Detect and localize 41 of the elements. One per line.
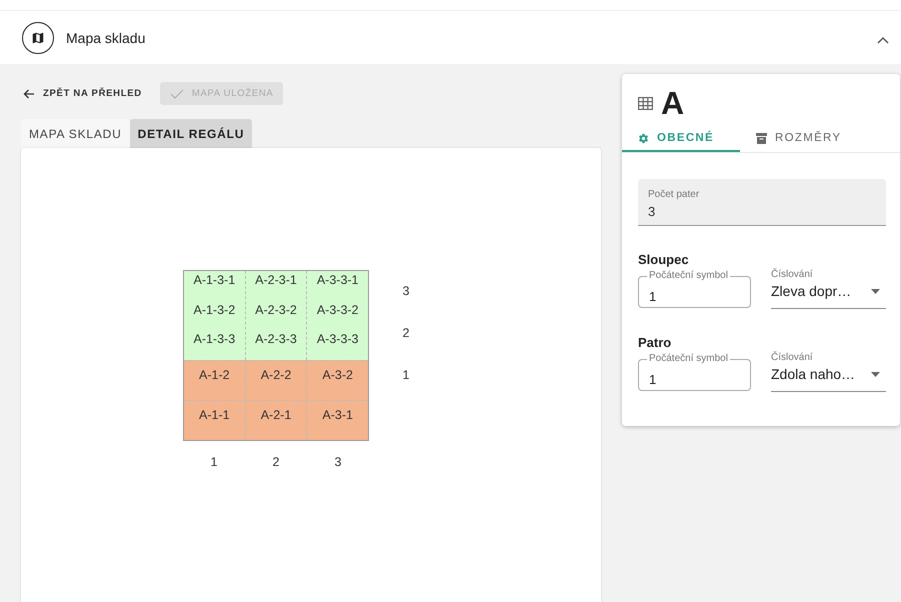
arrow-left-icon xyxy=(23,88,35,98)
position-label: A-2-3-2 xyxy=(255,302,297,319)
dropdown-arrow-icon xyxy=(871,372,880,376)
position-label: A-1-3-3 xyxy=(193,331,236,348)
gear-icon xyxy=(638,132,649,144)
numbering-select[interactable]: Číslování Zdola naho… xyxy=(771,352,886,392)
tab[interactable]: DETAIL REGÁLU xyxy=(130,119,252,148)
row-number: 1 xyxy=(402,368,410,384)
row-number: 2 xyxy=(402,326,410,342)
numbering-select[interactable]: Číslování Zleva dopr… xyxy=(771,269,886,309)
chevron-up-icon[interactable] xyxy=(877,36,889,44)
map-icon xyxy=(22,22,54,54)
table-icon xyxy=(638,96,653,110)
position-label: A-1-1 xyxy=(199,407,230,424)
position-label: A-1-3-2 xyxy=(193,302,236,319)
position-label: A-2-2 xyxy=(260,367,292,384)
column-number: 1 xyxy=(210,455,218,470)
position-label: A-3-3-3 xyxy=(316,331,359,348)
tab[interactable]: MAPA SKLADU xyxy=(21,119,130,148)
position-label: A-1-2 xyxy=(199,367,230,384)
position-label: A-2-3-1 xyxy=(255,272,297,289)
position-label: A-3-1 xyxy=(322,407,353,424)
position-label: A-3-2 xyxy=(322,367,353,384)
column-number: 2 xyxy=(272,455,280,470)
position-label: A-2-3-3 xyxy=(255,331,297,348)
dropdown-arrow-icon xyxy=(871,288,880,294)
column-number: 3 xyxy=(334,455,342,470)
section-heading: Sloupec xyxy=(638,252,690,267)
position-label: A-3-3-2 xyxy=(316,302,359,319)
tab[interactable]: ROZMĚRY xyxy=(740,126,856,152)
section-heading: Patro xyxy=(638,335,672,350)
rack-title: A xyxy=(661,84,684,122)
section-title: Mapa skladu xyxy=(66,30,146,46)
level-count-field[interactable]: Počet pater 3 xyxy=(638,179,886,226)
position-label: A-2-1 xyxy=(260,407,292,424)
check-icon xyxy=(170,88,184,98)
archive-icon xyxy=(756,132,768,144)
row-number: 3 xyxy=(402,284,410,300)
back-button[interactable]: ZPĚT NA PŘEHLED xyxy=(17,82,148,105)
position-label: A-1-3-1 xyxy=(193,272,236,289)
position-label: A-3-3-1 xyxy=(316,272,359,289)
